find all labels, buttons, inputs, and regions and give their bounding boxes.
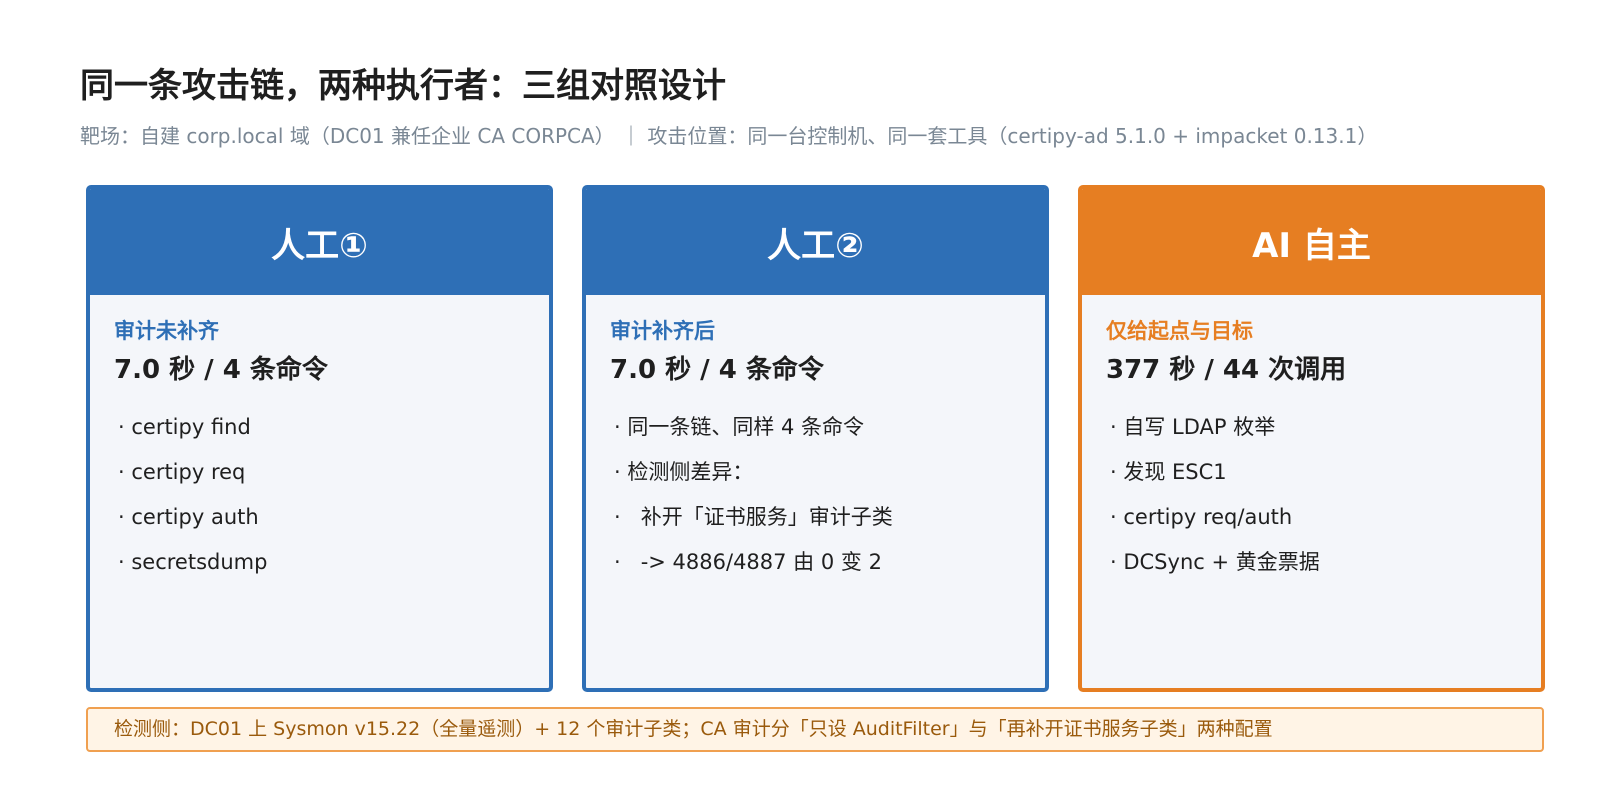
card-ai-autonomous: AI 自主 仅给起点与目标 377 秒 / 44 次调用 · 自写 LDAP 枚… (1078, 185, 1545, 692)
card-tag: 审计未补齐 (114, 319, 219, 343)
list-item: · 同一条链、同样 4 条命令 (614, 415, 865, 439)
card-stat: 377 秒 / 44 次调用 (1106, 355, 1347, 385)
list-item: · 发现 ESC1 (1110, 460, 1227, 484)
page-subtitle: 靶场：自建 corp.local 域（DC01 兼任企业 CA CORPCA） … (80, 124, 1378, 148)
card-body: 仅给起点与目标 377 秒 / 44 次调用 · 自写 LDAP 枚举 · 发现… (1082, 295, 1541, 585)
card-list: · 同一条链、同样 4 条命令 · 检测侧差异： · 补开「证书服务」审计子类 … (610, 405, 1045, 585)
card-manual-1: 人工① 审计未补齐 7.0 秒 / 4 条命令 · certipy find ·… (86, 185, 553, 692)
list-item: · certipy req/auth (1110, 505, 1293, 529)
card-tag: 仅给起点与目标 (1106, 319, 1253, 343)
card-header: 人工② (586, 189, 1045, 295)
card-list: · certipy find · certipy req · certipy a… (114, 405, 549, 585)
page-title: 同一条攻击链，两种执行者：三组对照设计 (80, 66, 726, 106)
card-stat: 7.0 秒 / 4 条命令 (610, 355, 824, 385)
card-body: 审计补齐后 7.0 秒 / 4 条命令 · 同一条链、同样 4 条命令 · 检测… (586, 295, 1045, 585)
list-item: · -> 4886/4887 由 0 变 2 (614, 550, 882, 574)
card-header: 人工① (90, 189, 549, 295)
list-item: · DCSync + 黄金票据 (1110, 550, 1320, 574)
card-header: AI 自主 (1082, 189, 1541, 295)
card-tag: 审计补齐后 (610, 319, 715, 343)
list-item: · 检测侧差异： (614, 460, 754, 484)
card-body: 审计未补齐 7.0 秒 / 4 条命令 · certipy find · cer… (90, 295, 549, 585)
card-list: · 自写 LDAP 枚举 · 发现 ESC1 · certipy req/aut… (1106, 405, 1541, 585)
list-item: · certipy auth (118, 505, 259, 529)
footer-note: 检测侧：DC01 上 Sysmon v15.22（全量遥测）+ 12 个审计子类… (86, 707, 1544, 752)
list-item: · 补开「证书服务」审计子类 (614, 505, 893, 529)
list-item: · secretsdump (118, 550, 268, 574)
list-item: · certipy find (118, 415, 251, 439)
card-manual-2: 人工② 审计补齐后 7.0 秒 / 4 条命令 · 同一条链、同样 4 条命令 … (582, 185, 1049, 692)
slide-clip-edge (1585, 170, 1623, 700)
list-item: · 自写 LDAP 枚举 (1110, 415, 1276, 439)
card-stat: 7.0 秒 / 4 条命令 (114, 355, 328, 385)
list-item: · certipy req (118, 460, 246, 484)
